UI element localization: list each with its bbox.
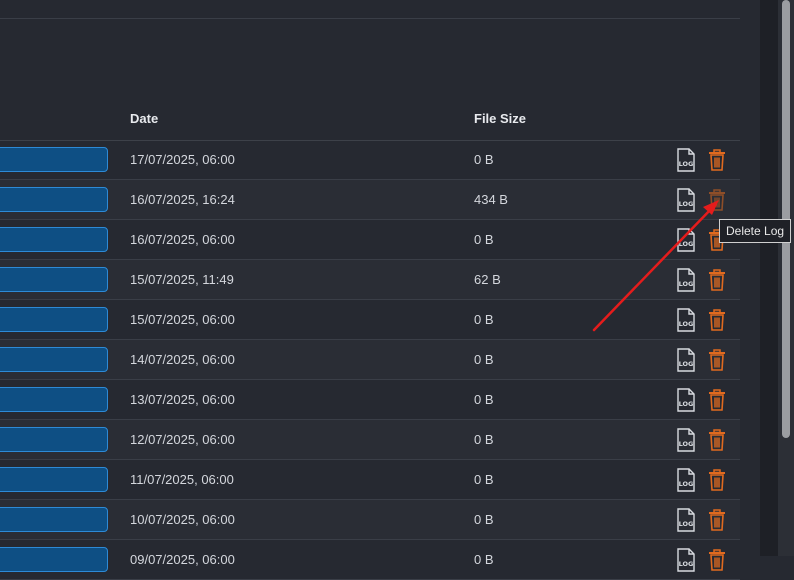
delete-log-trash-icon[interactable] xyxy=(708,469,726,491)
log-date: 16/07/2025, 06:00 xyxy=(130,232,235,247)
view-log-icon[interactable]: LOG xyxy=(676,308,696,332)
view-log-icon[interactable]: LOG xyxy=(676,468,696,492)
log-name-button[interactable] xyxy=(0,147,108,172)
log-date: 09/07/2025, 06:00 xyxy=(130,552,235,567)
delete-log-trash-icon[interactable] xyxy=(708,269,726,291)
table-row: 12/07/2025, 06:00 0 B LOG xyxy=(0,420,740,460)
log-name-button[interactable] xyxy=(0,467,108,492)
log-date: 15/07/2025, 11:49 xyxy=(130,272,234,287)
table-row: 13/07/2025, 06:00 0 B LOG xyxy=(0,380,740,420)
table-row: 11/07/2025, 06:00 0 B LOG xyxy=(0,460,740,500)
log-date: 11/07/2025, 06:00 xyxy=(130,472,234,487)
svg-text:LOG: LOG xyxy=(679,400,694,408)
view-log-icon[interactable]: LOG xyxy=(676,548,696,572)
table-row: 15/07/2025, 11:49 62 B LOG xyxy=(0,260,740,300)
delete-log-trash-icon[interactable] xyxy=(708,349,726,371)
view-log-icon[interactable]: LOG xyxy=(676,228,696,252)
svg-text:LOG: LOG xyxy=(679,520,694,528)
side-panel-edge xyxy=(760,0,778,556)
svg-text:LOG: LOG xyxy=(679,200,694,208)
view-log-icon[interactable]: LOG xyxy=(676,188,696,212)
log-file-size: 0 B xyxy=(474,512,494,527)
svg-text:LOG: LOG xyxy=(679,160,694,168)
date-column-header[interactable]: Date xyxy=(130,111,158,126)
delete-log-trash-icon[interactable] xyxy=(708,149,726,171)
delete-log-tooltip: Delete Log xyxy=(719,219,792,243)
log-file-size: 0 B xyxy=(474,392,494,407)
delete-log-trash-icon[interactable] xyxy=(708,549,726,571)
log-date: 12/07/2025, 06:00 xyxy=(130,432,235,447)
log-table-body: 17/07/2025, 06:00 0 B LOG 16/07/2025, 16:24… xyxy=(0,140,740,580)
svg-text:LOG: LOG xyxy=(679,480,694,488)
log-name-button[interactable] xyxy=(0,187,108,212)
view-log-icon[interactable]: LOG xyxy=(676,268,696,292)
log-date: 15/07/2025, 06:00 xyxy=(130,312,235,327)
log-name-button[interactable] xyxy=(0,427,108,452)
log-name-button[interactable] xyxy=(0,307,108,332)
delete-log-trash-icon[interactable] xyxy=(708,389,726,411)
log-name-button[interactable] xyxy=(0,387,108,412)
svg-text:LOG: LOG xyxy=(679,360,694,368)
view-log-icon[interactable]: LOG xyxy=(676,348,696,372)
log-file-size: 0 B xyxy=(474,312,494,327)
log-file-size: 0 B xyxy=(474,552,494,567)
table-row: 16/07/2025, 06:00 0 B LOG xyxy=(0,220,740,260)
delete-log-trash-icon[interactable] xyxy=(708,309,726,331)
table-row: 17/07/2025, 06:00 0 B LOG xyxy=(0,140,740,180)
log-name-button[interactable] xyxy=(0,227,108,252)
delete-log-trash-icon[interactable] xyxy=(708,429,726,451)
log-name-button[interactable] xyxy=(0,347,108,372)
table-row: 16/07/2025, 16:24 434 B LOG xyxy=(0,180,740,220)
svg-text:LOG: LOG xyxy=(679,280,694,288)
log-name-button[interactable] xyxy=(0,507,108,532)
view-log-icon[interactable]: LOG xyxy=(676,508,696,532)
table-row: 15/07/2025, 06:00 0 B LOG xyxy=(0,300,740,340)
log-file-size: 0 B xyxy=(474,352,494,367)
log-file-size: 0 B xyxy=(474,152,494,167)
log-date: 10/07/2025, 06:00 xyxy=(130,512,235,527)
log-file-size: 62 B xyxy=(474,272,501,287)
table-row: 14/07/2025, 06:00 0 B LOG xyxy=(0,340,740,380)
svg-text:LOG: LOG xyxy=(679,320,694,328)
log-file-size: 0 B xyxy=(474,472,494,487)
log-name-button[interactable] xyxy=(0,547,108,572)
log-file-size: 434 B xyxy=(474,192,508,207)
top-divider xyxy=(0,18,740,19)
view-log-icon[interactable]: LOG xyxy=(676,148,696,172)
table-row: 09/07/2025, 06:00 0 B LOG xyxy=(0,540,740,580)
log-date: 16/07/2025, 16:24 xyxy=(130,192,235,207)
log-date: 14/07/2025, 06:00 xyxy=(130,352,235,367)
file-size-column-header[interactable]: File Size xyxy=(474,111,526,126)
log-name-button[interactable] xyxy=(0,267,108,292)
log-file-size: 0 B xyxy=(474,232,494,247)
view-log-icon[interactable]: LOG xyxy=(676,428,696,452)
svg-text:LOG: LOG xyxy=(679,240,694,248)
log-date: 13/07/2025, 06:00 xyxy=(130,392,235,407)
table-row: 10/07/2025, 06:00 0 B LOG xyxy=(0,500,740,540)
log-date: 17/07/2025, 06:00 xyxy=(130,152,235,167)
table-header: Date File Size xyxy=(0,100,740,141)
svg-text:LOG: LOG xyxy=(679,560,694,568)
delete-log-trash-icon[interactable] xyxy=(708,189,726,211)
svg-text:LOG: LOG xyxy=(679,440,694,448)
view-log-icon[interactable]: LOG xyxy=(676,388,696,412)
log-file-size: 0 B xyxy=(474,432,494,447)
delete-log-trash-icon[interactable] xyxy=(708,509,726,531)
